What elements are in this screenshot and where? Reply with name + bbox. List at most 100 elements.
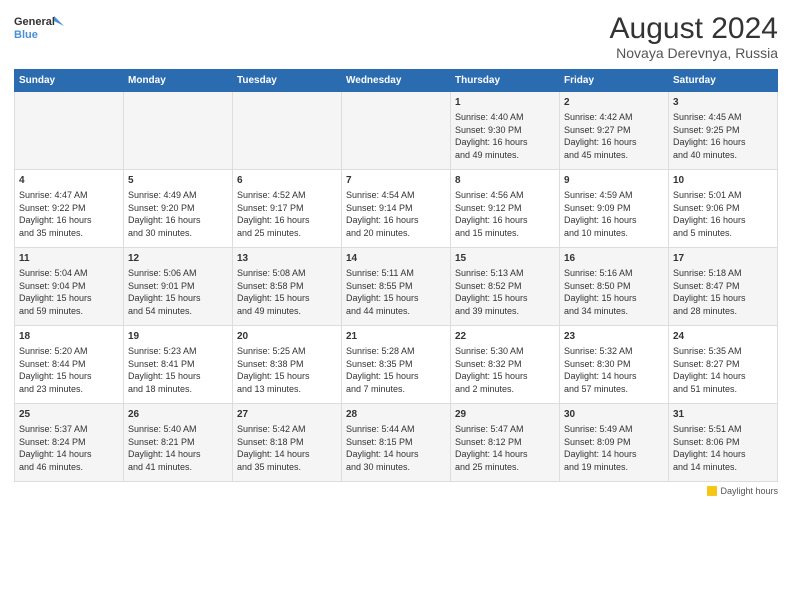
cell-content-line: Sunrise: 5:18 AM	[673, 267, 773, 280]
header-cell-tuesday: Tuesday	[233, 70, 342, 92]
cell-content-line: Daylight: 16 hours	[19, 214, 119, 227]
cell-content-line: Sunrise: 4:45 AM	[673, 111, 773, 124]
cell-content-line: and 30 minutes.	[128, 227, 228, 240]
day-number: 1	[455, 96, 555, 110]
logo-svg: General Blue	[14, 12, 64, 46]
calendar-table: SundayMondayTuesdayWednesdayThursdayFrid…	[14, 69, 778, 482]
cell-content-line: Daylight: 14 hours	[455, 448, 555, 461]
cell-content-line: and 54 minutes.	[128, 305, 228, 318]
calendar-cell: 8Sunrise: 4:56 AMSunset: 9:12 PMDaylight…	[451, 170, 560, 248]
cell-content-line: Sunrise: 5:13 AM	[455, 267, 555, 280]
cell-content-line: Sunrise: 5:28 AM	[346, 345, 446, 358]
cell-content-line: Sunset: 8:18 PM	[237, 436, 337, 449]
cell-content-line: Daylight: 16 hours	[346, 214, 446, 227]
day-number: 28	[346, 408, 446, 422]
cell-content-line: and 35 minutes.	[19, 227, 119, 240]
cell-content-line: Sunset: 9:22 PM	[19, 202, 119, 215]
cell-content-line: and 46 minutes.	[19, 461, 119, 474]
cell-content-line: Sunrise: 5:49 AM	[564, 423, 664, 436]
calendar-cell	[233, 92, 342, 170]
logo: General Blue	[14, 12, 64, 46]
day-number: 17	[673, 252, 773, 266]
cell-content-line: and 13 minutes.	[237, 383, 337, 396]
cell-content-line: Sunset: 8:15 PM	[346, 436, 446, 449]
day-number: 11	[19, 252, 119, 266]
cell-content-line: Daylight: 14 hours	[564, 448, 664, 461]
cell-content-line: Sunset: 8:30 PM	[564, 358, 664, 371]
calendar-cell: 17Sunrise: 5:18 AMSunset: 8:47 PMDayligh…	[669, 248, 778, 326]
cell-content-line: Sunrise: 5:51 AM	[673, 423, 773, 436]
svg-text:General: General	[14, 16, 55, 28]
cell-content-line: and 44 minutes.	[346, 305, 446, 318]
cell-content-line: Daylight: 16 hours	[455, 136, 555, 149]
cell-content-line: Daylight: 14 hours	[673, 370, 773, 383]
cell-content-line: Daylight: 14 hours	[19, 448, 119, 461]
cell-content-line: Daylight: 15 hours	[128, 292, 228, 305]
cell-content-line: Daylight: 15 hours	[19, 292, 119, 305]
cell-content-line: Sunrise: 5:47 AM	[455, 423, 555, 436]
legend-label: Daylight hours	[720, 486, 778, 496]
cell-content-line: and 45 minutes.	[564, 149, 664, 162]
calendar-cell: 13Sunrise: 5:08 AMSunset: 8:58 PMDayligh…	[233, 248, 342, 326]
calendar-cell: 20Sunrise: 5:25 AMSunset: 8:38 PMDayligh…	[233, 326, 342, 404]
cell-content-line: Sunset: 9:01 PM	[128, 280, 228, 293]
day-number: 4	[19, 174, 119, 188]
cell-content-line: Sunset: 9:14 PM	[346, 202, 446, 215]
cell-content-line: Sunset: 8:55 PM	[346, 280, 446, 293]
cell-content-line: Sunset: 8:12 PM	[455, 436, 555, 449]
page-container: General Blue August 2024 Novaya Derevnya…	[0, 0, 792, 612]
header-cell-saturday: Saturday	[669, 70, 778, 92]
cell-content-line: Daylight: 15 hours	[19, 370, 119, 383]
cell-content-line: Sunset: 9:25 PM	[673, 124, 773, 137]
svg-text:Blue: Blue	[14, 29, 38, 41]
cell-content-line: Sunset: 9:04 PM	[19, 280, 119, 293]
calendar-cell: 22Sunrise: 5:30 AMSunset: 8:32 PMDayligh…	[451, 326, 560, 404]
cell-content-line: Daylight: 15 hours	[455, 370, 555, 383]
calendar-cell	[342, 92, 451, 170]
cell-content-line: and 15 minutes.	[455, 227, 555, 240]
cell-content-line: Daylight: 16 hours	[237, 214, 337, 227]
cell-content-line: Sunrise: 5:23 AM	[128, 345, 228, 358]
day-number: 19	[128, 330, 228, 344]
day-number: 2	[564, 96, 664, 110]
calendar-cell: 7Sunrise: 4:54 AMSunset: 9:14 PMDaylight…	[342, 170, 451, 248]
week-row-2: 4Sunrise: 4:47 AMSunset: 9:22 PMDaylight…	[15, 170, 778, 248]
cell-content-line: Sunset: 8:21 PM	[128, 436, 228, 449]
cell-content-line: and 40 minutes.	[673, 149, 773, 162]
cell-content-line: Daylight: 15 hours	[564, 292, 664, 305]
calendar-cell: 24Sunrise: 5:35 AMSunset: 8:27 PMDayligh…	[669, 326, 778, 404]
cell-content-line: and 28 minutes.	[673, 305, 773, 318]
day-number: 18	[19, 330, 119, 344]
cell-content-line: Sunset: 8:44 PM	[19, 358, 119, 371]
header-cell-sunday: Sunday	[15, 70, 124, 92]
calendar-cell: 21Sunrise: 5:28 AMSunset: 8:35 PMDayligh…	[342, 326, 451, 404]
calendar-cell: 27Sunrise: 5:42 AMSunset: 8:18 PMDayligh…	[233, 404, 342, 482]
header-cell-friday: Friday	[560, 70, 669, 92]
calendar-cell: 23Sunrise: 5:32 AMSunset: 8:30 PMDayligh…	[560, 326, 669, 404]
cell-content-line: Daylight: 16 hours	[564, 214, 664, 227]
cell-content-line: Daylight: 15 hours	[237, 292, 337, 305]
cell-content-line: Sunset: 9:20 PM	[128, 202, 228, 215]
cell-content-line: Sunset: 8:41 PM	[128, 358, 228, 371]
cell-content-line: Sunset: 9:30 PM	[455, 124, 555, 137]
cell-content-line: Daylight: 14 hours	[564, 370, 664, 383]
day-number: 14	[346, 252, 446, 266]
cell-content-line: Sunrise: 4:56 AM	[455, 189, 555, 202]
cell-content-line: Sunrise: 5:40 AM	[128, 423, 228, 436]
calendar-cell: 25Sunrise: 5:37 AMSunset: 8:24 PMDayligh…	[15, 404, 124, 482]
cell-content-line: Daylight: 16 hours	[128, 214, 228, 227]
cell-content-line: Sunrise: 5:42 AM	[237, 423, 337, 436]
cell-content-line: Daylight: 16 hours	[673, 214, 773, 227]
calendar-cell: 15Sunrise: 5:13 AMSunset: 8:52 PMDayligh…	[451, 248, 560, 326]
cell-content-line: and 30 minutes.	[346, 461, 446, 474]
main-title: August 2024	[610, 12, 778, 45]
day-number: 20	[237, 330, 337, 344]
cell-content-line: Sunset: 9:17 PM	[237, 202, 337, 215]
day-number: 31	[673, 408, 773, 422]
cell-content-line: Sunrise: 4:49 AM	[128, 189, 228, 202]
calendar-cell: 3Sunrise: 4:45 AMSunset: 9:25 PMDaylight…	[669, 92, 778, 170]
cell-content-line: and 25 minutes.	[455, 461, 555, 474]
cell-content-line: Daylight: 14 hours	[237, 448, 337, 461]
calendar-cell: 2Sunrise: 4:42 AMSunset: 9:27 PMDaylight…	[560, 92, 669, 170]
cell-content-line: and 34 minutes.	[564, 305, 664, 318]
